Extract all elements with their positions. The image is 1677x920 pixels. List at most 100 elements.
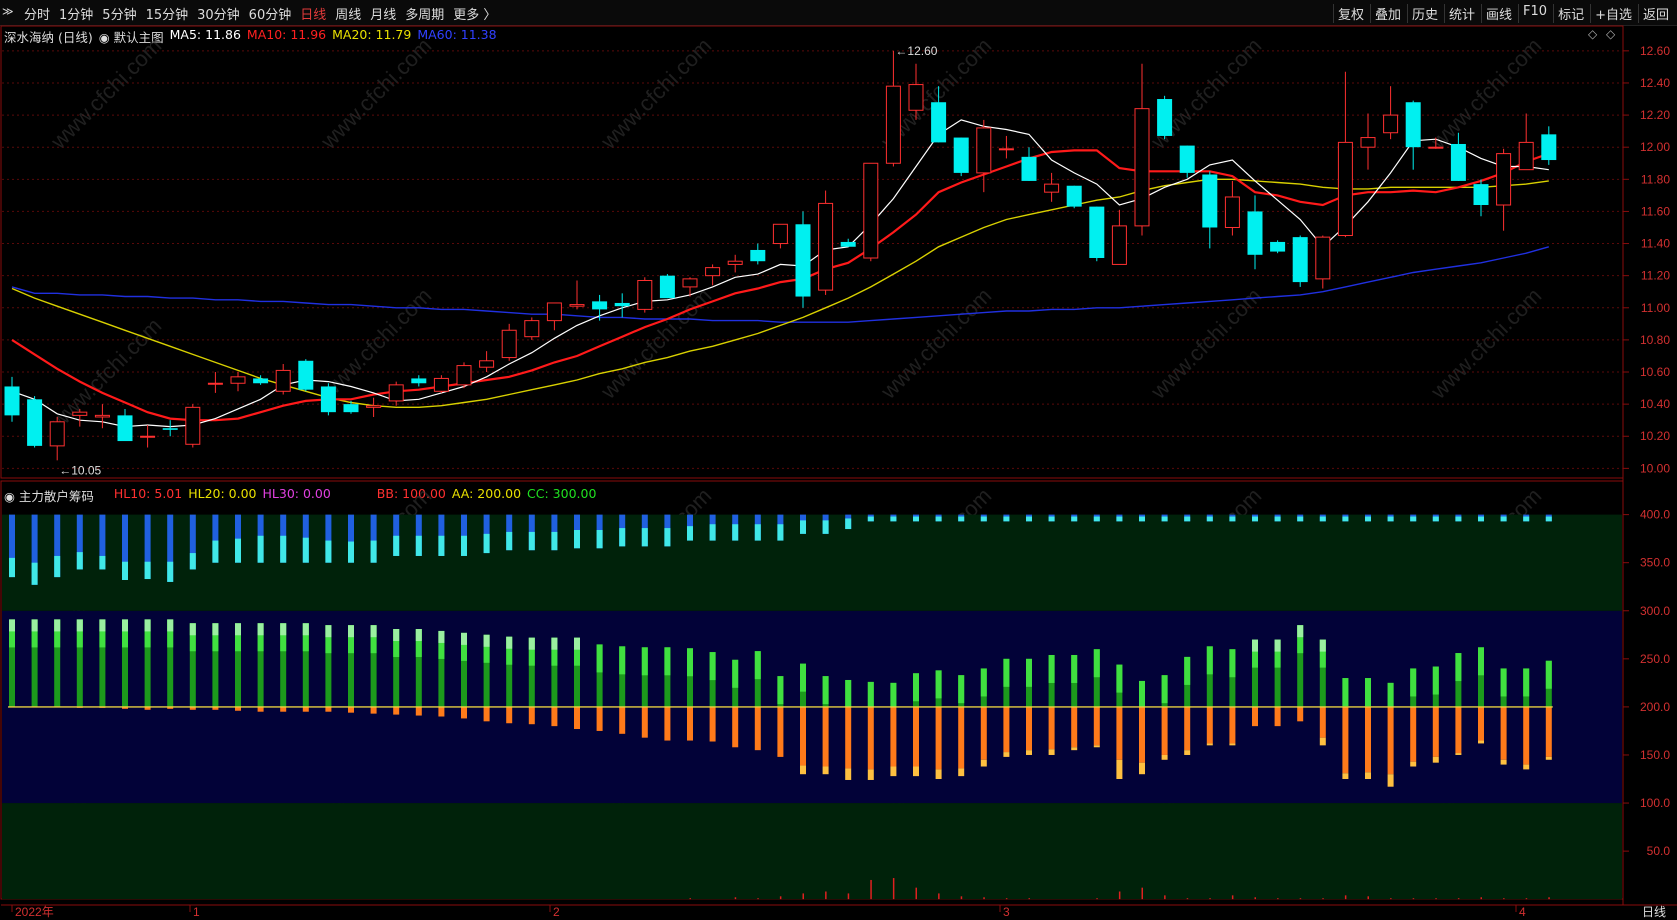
- chip-bar-orange: [551, 706, 558, 727]
- chip-bar-orange: [1455, 706, 1462, 754]
- hl10-spike: [1457, 898, 1460, 900]
- chip-bar-cyan: [913, 516, 919, 522]
- chip-bar-cyan: [641, 528, 648, 547]
- chip-bar-cyan: [867, 516, 874, 522]
- chip-bar-orange: [935, 706, 942, 770]
- chip-bar-pale: [1319, 639, 1326, 652]
- chip-bar-cyan: [348, 541, 354, 563]
- chip-bar-orange: [800, 706, 806, 766]
- chip-bar-cyan: [596, 529, 603, 549]
- candle-body: [1473, 184, 1489, 206]
- y-tick-label: 10.60: [1640, 365, 1670, 379]
- watermark-text: www.cfchi.com: [1425, 283, 1546, 404]
- chip-bar-green-light: [1026, 658, 1032, 687]
- chip-bar-orange: [415, 706, 422, 716]
- chip-bar-yellow: [1093, 745, 1100, 748]
- chip-bar-green-light: [1432, 666, 1439, 695]
- chip-bar-yellow: [1455, 753, 1462, 755]
- candle-body: [885, 85, 901, 164]
- y-tick-label: 10.80: [1640, 333, 1670, 347]
- chip-bar-cyan: [1229, 516, 1236, 522]
- candle-body: [908, 84, 924, 111]
- candle-body: [1518, 141, 1534, 171]
- chip-bar-yellow: [980, 759, 987, 767]
- y-tick-label: 12.40: [1640, 76, 1670, 90]
- hl10-spike: [1548, 897, 1550, 900]
- candle-body: [1089, 206, 1105, 258]
- stock-chart-canvas[interactable]: 12.60 12.40 12.20 12.00 11.80 11.60 11.40 11.20…: [0, 0, 1677, 920]
- candle-body: [592, 301, 608, 310]
- chip-bar-orange: [1478, 706, 1484, 741]
- candle-body: [1383, 114, 1399, 134]
- chip-bar-green-light: [709, 652, 716, 681]
- y-tick-label: 10.20: [1640, 429, 1670, 443]
- candle-body: [682, 278, 698, 288]
- chip-bar-orange: [302, 706, 309, 712]
- chip-bar-cyan: [302, 537, 309, 563]
- chip-bar-green-light: [822, 676, 829, 705]
- hl10-spike: [847, 893, 850, 900]
- chip-bar-yellow: [1365, 772, 1371, 780]
- chip-bar-green-light: [1387, 682, 1394, 707]
- candle-body: [1179, 145, 1195, 173]
- y-tick-label: 11.40: [1641, 237, 1670, 251]
- chip-bar-cyan: [732, 524, 739, 541]
- chip-bar-orange: [506, 706, 513, 724]
- chip-bar-yellow: [1545, 756, 1552, 760]
- chip-bar-orange: [1319, 706, 1326, 738]
- y-tick-label: 10.40: [1640, 397, 1670, 411]
- chip-bar-pale: [144, 619, 151, 632]
- chip-bar-pale: [506, 636, 513, 649]
- chip-bar-yellow: [1410, 761, 1417, 767]
- hl10-spike: [1390, 898, 1392, 900]
- chip-bar-pale: [1274, 639, 1281, 652]
- candle-body: [795, 224, 811, 297]
- indicator-band: [2, 803, 1622, 900]
- candle-body: [1111, 225, 1127, 265]
- chip-bar-cyan: [935, 516, 942, 522]
- hl10-spike: [1412, 898, 1415, 900]
- candle-body: [72, 411, 88, 416]
- candle-body: [1157, 99, 1173, 136]
- x-tick-label: 2: [553, 905, 560, 919]
- chip-bar-pale: [167, 619, 174, 632]
- chip-bar-orange: [1500, 706, 1507, 760]
- candle-body: [162, 428, 178, 430]
- chip-bar-orange: [1365, 706, 1371, 773]
- chip-bar-orange: [958, 706, 965, 769]
- hl10-spike: [1005, 898, 1008, 900]
- chip-bar-green-light: [1545, 660, 1552, 689]
- indicator-band: [2, 514, 1622, 611]
- candle-body: [1044, 183, 1060, 193]
- chip-bar-orange: [393, 706, 400, 715]
- y-tick-label: 12.60: [1640, 44, 1670, 58]
- candle-body: [207, 382, 223, 385]
- chip-bar-yellow: [935, 769, 942, 780]
- chip-bar-yellow: [1319, 737, 1326, 746]
- hl10-spike: [1164, 895, 1166, 900]
- watermark-text: www.cfchi.com: [875, 283, 996, 404]
- hl10-spike: [960, 896, 963, 900]
- candle-body: [1337, 141, 1353, 237]
- chip-bar-green-light: [1410, 668, 1417, 697]
- chip-bar-yellow: [800, 765, 806, 775]
- chip-bar-cyan: [1500, 516, 1507, 522]
- y-tick-label: 11.20: [1641, 269, 1670, 283]
- chip-bar-yellow: [1048, 749, 1055, 755]
- chip-bar-pale: [438, 630, 445, 643]
- chip-bar-yellow: [1026, 750, 1032, 755]
- chip-bar-pale: [528, 637, 535, 650]
- chip-bar-pale: [302, 623, 309, 636]
- candle-body: [501, 329, 517, 359]
- chip-bar-orange: [1071, 706, 1078, 748]
- chip-bar-cyan: [1319, 516, 1326, 522]
- chip-bar-cyan: [1161, 516, 1168, 522]
- chip-bar-green-light: [1523, 668, 1530, 697]
- hl10-spike: [1118, 891, 1121, 900]
- chip-bar-cyan: [76, 552, 83, 570]
- chip-bar-orange: [664, 706, 671, 741]
- chip-bar-green-light: [1048, 654, 1055, 683]
- candle-body: [1428, 146, 1444, 149]
- chip-bar-orange: [822, 706, 829, 767]
- chip-bar-pale: [76, 619, 83, 632]
